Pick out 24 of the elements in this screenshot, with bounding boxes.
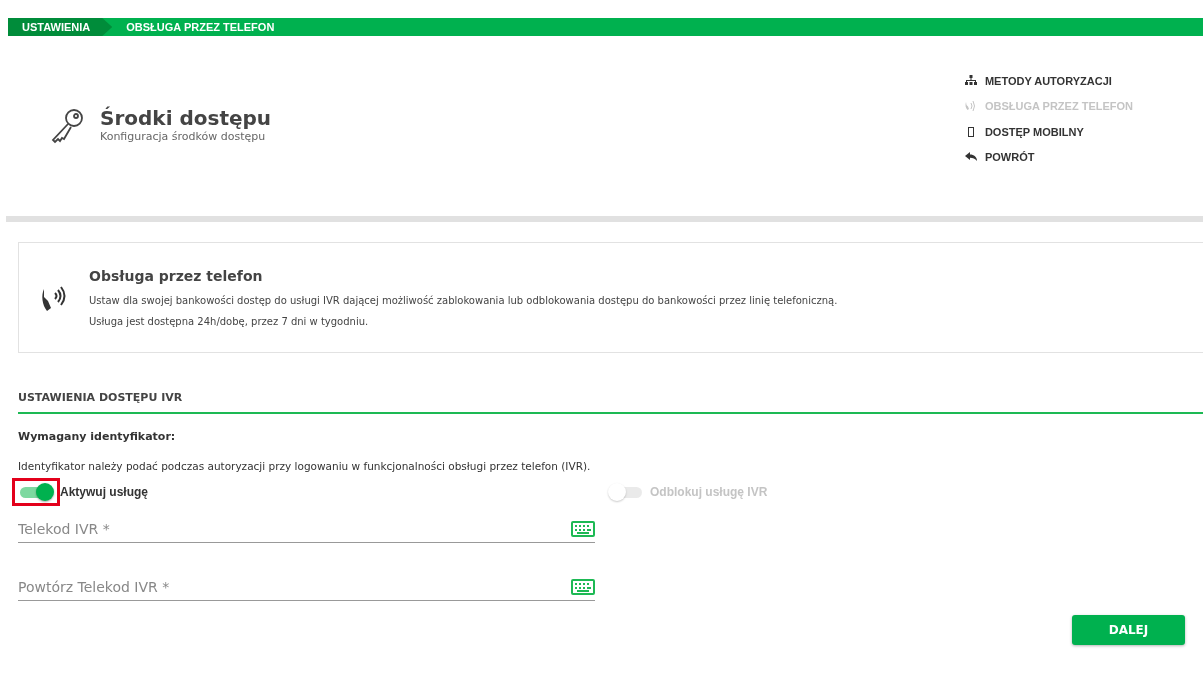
side-nav-link[interactable]: METODY AUTORYZACJI (964, 72, 1133, 89)
card-text: Usługa jest dostępna 24h/dobę, przez 7 dni w tygodniu. (89, 315, 370, 329)
phone-icon (964, 100, 977, 113)
keyboard-icon[interactable] (571, 520, 595, 537)
section-title: USTAWIENIA DOSTĘPU IVR (18, 390, 1203, 414)
section-description: Identyfikator należy podać podczas autoryzacji przy logowaniu w funkcjonalności obsługi przez telefon (IVR). (18, 459, 592, 474)
page-subtitle: Konfiguracja środków dostępu (100, 129, 267, 145)
section-subtitle: Wymagany identyfikator: (18, 428, 177, 445)
keyboard-icon[interactable] (571, 578, 595, 595)
next-button[interactable]: DALEJ (1072, 614, 1185, 645)
key-icon (50, 108, 84, 144)
input-field[interactable]: Powtórz Telekod IVR * (18, 574, 595, 601)
toggle-switch[interactable] (18, 483, 54, 500)
input-field[interactable]: Telekod IVR * (18, 516, 595, 543)
breadcrumb-item[interactable]: USTAWIENIA (8, 18, 113, 36)
card-title: Obsługa przez telefon (89, 267, 264, 286)
sitemap-icon (964, 74, 977, 87)
side-nav-link[interactable]: DOSTĘP MOBILNY (964, 123, 1133, 140)
side-nav-link[interactable]: POWRÓT (964, 149, 1133, 166)
back-icon (964, 151, 977, 164)
toggle-label: Odblokuj usługę IVR (650, 483, 768, 501)
card-text: Ustaw dla swojej bankowości dostęp do usługi IVR dającej możliwość zablokowania lub odblokowania dostępu do bankowości przez linię telefoniczną. (89, 294, 838, 308)
page-title: Środki dostępu (100, 106, 272, 129)
toggle-label: Aktywuj usługę (60, 483, 148, 501)
